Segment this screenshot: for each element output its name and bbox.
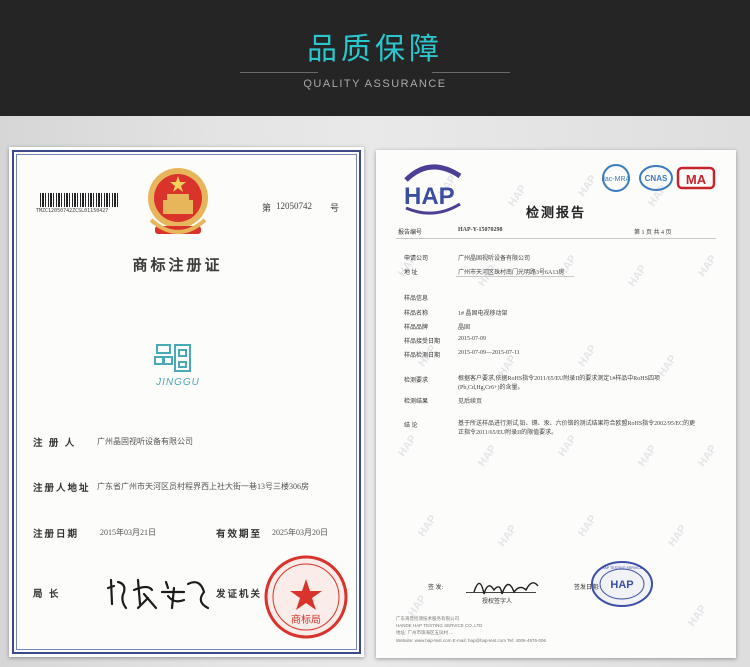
watermark-text: HAP (416, 513, 440, 539)
row-value: 见后续页 (458, 399, 483, 405)
svg-text:MA: MA (686, 172, 707, 187)
report-no-label: 报告编号 (398, 230, 423, 236)
row-value: 2015-07-09—2015-07-11 (458, 350, 520, 356)
row-value: 2015-07-09 (458, 336, 486, 342)
row-label: 样品品牌 (404, 325, 429, 331)
row-label: 检测要求 (404, 378, 429, 384)
cma-icon: MA (676, 166, 716, 190)
divider-left (240, 72, 318, 73)
row-label: 样品检测日期 (404, 353, 441, 359)
row-value: 广州晶固视听设备有限公司 (458, 256, 531, 262)
registrant-value: 广州晶固视听设备有限公司 (97, 437, 193, 446)
director-signature-icon (106, 578, 210, 610)
row-label: 样品信息 (404, 296, 429, 302)
watermark-text: HAP (636, 443, 660, 469)
certificate-title: 商标注册证 (132, 258, 223, 274)
row-value: 1# 晶固电视移动架 (458, 311, 508, 317)
seal-ring-text: HAP TESTING SERVICE (602, 566, 643, 570)
watermark-text: HAP (496, 523, 520, 549)
watermark-text: HAP (626, 263, 650, 289)
footer-line: HANDE HAP TESTING SERVICE CO.,LTD (396, 623, 483, 628)
row-value: 基于所送样品进行测试,铅、镉、汞、六价铬的测试结果符合欧盟RoHS指令2002/… (458, 421, 696, 436)
svg-text:HAP: HAP (610, 579, 633, 591)
signatory-signature-icon (473, 582, 539, 595)
address-value: 广东省广州市天河区员村程界西上社大街一巷13号三楼306房 (97, 482, 309, 491)
hap-testing-seal-icon: HAP HAP TESTING SERVICE (591, 561, 653, 607)
ilac-mra-icon: ilac-MRA (602, 164, 631, 192)
watermark-text: HAP (666, 523, 690, 549)
footer-line: 地址: 广州市珠海区五凤村 ... (396, 630, 454, 635)
watermark-text: HAP (396, 433, 420, 459)
report-no-value: HAP-Y-15070298 (458, 227, 503, 233)
page-title: 品质保障 (307, 32, 443, 67)
row-value: 晶固 (458, 325, 471, 331)
logo-wordmark: JINGGU (156, 377, 200, 388)
valid-until-value: 2025年03月20日 (272, 528, 328, 537)
registration-date-value: 2015年03月21日 (100, 528, 156, 537)
svg-text:ilac-MRA: ilac-MRA (602, 176, 631, 183)
row-label: 检测结果 (404, 399, 429, 405)
footer-line: 广东海普检测技术服务有限公司 (396, 616, 459, 621)
jinggu-logo-icon (154, 344, 191, 372)
issuer-label: 签 发: (428, 585, 444, 591)
barcode-text: TMZC12050742ZCSL01150427 (36, 208, 109, 214)
watermark-text: HAP (476, 443, 500, 469)
watermark-text: HAP (576, 173, 600, 199)
row-label: 样品接受日期 (404, 339, 441, 345)
row-value: 根据客户要求,依据RoHS指令2011/65/EU附录II的要求测定1#样品中R… (458, 376, 660, 391)
report-title: 检测报告 (525, 205, 586, 220)
national-emblem-icon (148, 168, 208, 234)
registration-date-label: 注册日期 (33, 530, 80, 540)
watermark-text: HAP (686, 603, 710, 629)
row-label: 样品名称 (404, 311, 429, 317)
seal-text: 商标局 (291, 613, 321, 626)
watermark-text: HAP (696, 253, 720, 279)
cert-number-prefix: 第 (262, 203, 272, 213)
divider-right (432, 72, 510, 73)
svg-text:CNAS: CNAS (645, 174, 668, 183)
footer-line: Website: www.hap-test.com E-mail: hap@ha… (396, 638, 546, 643)
page-subtitle: QUALITY ASSURANCE (303, 78, 447, 90)
cnas-icon: CNAS (639, 165, 673, 191)
cert-number-suffix: 号 (330, 203, 340, 213)
cert-number: 12050742 (276, 201, 312, 211)
address-label: 注册人地址 (33, 484, 91, 494)
header-rule (396, 238, 716, 239)
row-label: 申请公司 (404, 256, 429, 262)
issuing-authority-label: 发证机关 (216, 590, 263, 600)
watermark-text: HAP (696, 443, 720, 469)
watermark-text: HAP (576, 343, 600, 369)
page-indicator: 第 1 页 共 4 页 (634, 230, 672, 236)
section-header: 品质保障 QUALITY ASSURANCE (0, 0, 750, 116)
row-label: 地 址 (404, 270, 418, 276)
row-label: 结 论 (404, 423, 418, 429)
director-label: 局 长 (33, 590, 61, 600)
registrant-label: 注 册 人 (33, 439, 77, 449)
row-value: 广州市天河区珠村南门光明路3号6A13房 (458, 270, 565, 276)
address-rule (456, 276, 574, 277)
test-report: HAP HAP HAP HAP HAP HAP HAP HAP HAP HAP … (376, 150, 736, 658)
barcode-icon (40, 193, 120, 207)
trademark-office-seal-icon: 商标局 (264, 555, 348, 639)
watermark-text: HAP (576, 513, 600, 539)
valid-until-label: 有效期至 (216, 530, 263, 540)
